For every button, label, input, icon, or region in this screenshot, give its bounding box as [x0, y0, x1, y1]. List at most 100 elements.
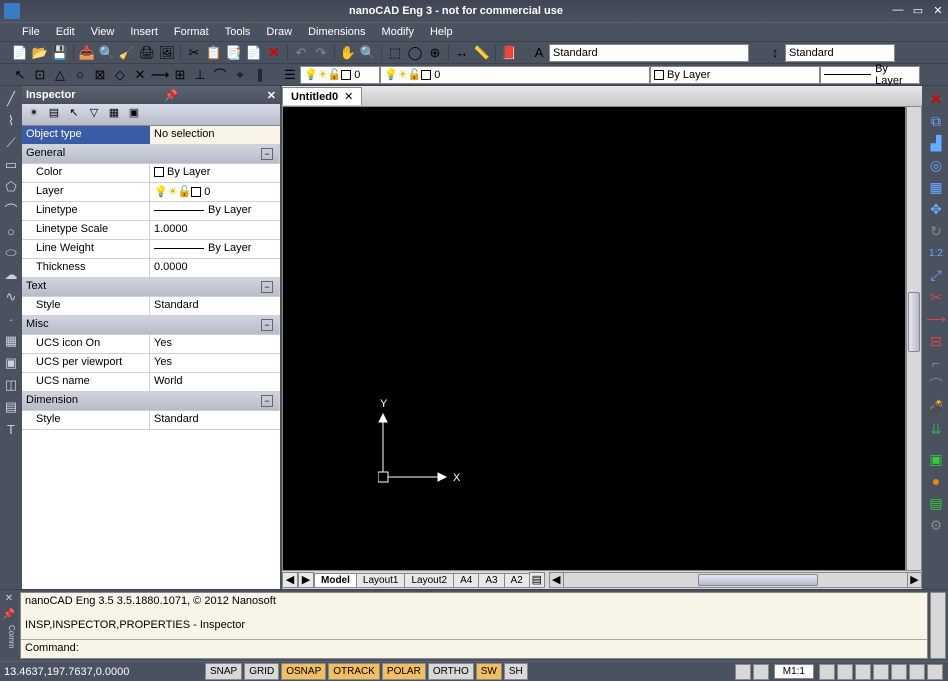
paste-button[interactable]: 📄 — [245, 44, 263, 62]
menu-view[interactable]: View — [83, 24, 123, 40]
osnap-intersect-icon[interactable]: ✕ — [131, 66, 149, 84]
layout-tab-layout1[interactable]: Layout1 — [356, 573, 406, 588]
inspector-title-bar[interactable]: Inspector 📌 ✕ — [22, 86, 280, 104]
dimstyle-value[interactable]: Standard — [150, 411, 280, 429]
close-button[interactable]: ✕ — [931, 4, 945, 18]
purge-button[interactable]: 🧹 — [118, 44, 136, 62]
layer-state-combo[interactable]: 💡☀🔓0 — [300, 66, 380, 84]
scale-button[interactable]: 1:2 — [926, 243, 946, 263]
toggle-icon[interactable]: ✴ — [25, 106, 43, 124]
doc-tab-close-icon[interactable]: ✕ — [344, 90, 353, 103]
cut-button[interactable]: ✂ — [185, 44, 203, 62]
delete-button[interactable]: ✕ — [265, 44, 283, 62]
section-misc[interactable]: Misc− — [22, 316, 280, 334]
import-button[interactable]: 📥 — [78, 44, 96, 62]
doc-tab-untitled[interactable]: Untitled0 ✕ — [282, 87, 362, 105]
menu-draw[interactable]: Draw — [258, 24, 300, 40]
coordinates[interactable]: 13.4637,197.7637,0.0000 — [4, 666, 204, 678]
menu-tools[interactable]: Tools — [217, 24, 259, 40]
toggle-osnap[interactable]: OSNAP — [281, 663, 326, 680]
copyclip-button[interactable]: 📑 — [225, 44, 243, 62]
text-tool-icon[interactable]: T — [2, 419, 20, 439]
zoom-extents-button[interactable]: ◯ — [406, 44, 424, 62]
view-icon[interactable]: ▣ — [926, 449, 946, 469]
toggle-ortho[interactable]: ORTHO — [428, 663, 474, 680]
filter-icon[interactable]: ▽ — [85, 106, 103, 124]
object-type-value[interactable]: No selection — [150, 126, 280, 144]
copy-button[interactable]: 📋 — [205, 44, 223, 62]
region-tool-icon[interactable]: ◫ — [2, 375, 20, 395]
fillet-button[interactable]: ⌒ — [926, 375, 946, 395]
osnap-cursor-icon[interactable]: ↖ — [11, 66, 29, 84]
linetype-combo[interactable]: By Layer — [650, 66, 820, 84]
close-panel-icon[interactable]: ✕ — [267, 89, 276, 102]
osnap-nearest-icon[interactable]: ⌖ — [231, 66, 249, 84]
spline-tool-icon[interactable]: ∿ — [2, 287, 20, 307]
osnap-center-icon[interactable]: ○ — [71, 66, 89, 84]
cmd-pin-icon[interactable]: 📌 — [2, 609, 16, 623]
menu-file[interactable]: File — [14, 24, 48, 40]
layout-tab-new[interactable]: ▤ — [529, 572, 545, 588]
menu-insert[interactable]: Insert — [122, 24, 166, 40]
ucsname-value[interactable]: World — [150, 373, 280, 391]
linetype-value[interactable]: By Layer — [150, 202, 280, 220]
menu-modify[interactable]: Modify — [374, 24, 422, 40]
chamfer-button[interactable]: ⌐ — [926, 353, 946, 373]
tab-nav-prev[interactable]: ◀ — [282, 572, 298, 588]
horizontal-scrollbar[interactable]: ◀ ▶ — [549, 572, 922, 588]
toggle-snap[interactable]: SNAP — [205, 663, 242, 680]
text-style-icon[interactable]: A — [530, 44, 548, 62]
new-button[interactable]: 📄 — [11, 44, 29, 62]
section-text[interactable]: Text− — [22, 278, 280, 296]
osnap-tangent-icon[interactable]: ⌒ — [211, 66, 229, 84]
command-window[interactable]: nanoCAD Eng 3.5 3.5.1880.1071, © 2012 Na… — [20, 592, 928, 659]
scale-display[interactable]: M1:1 — [774, 664, 814, 679]
zoom-all-button[interactable]: ⊕ — [426, 44, 444, 62]
pin-icon[interactable]: 📌 — [164, 89, 178, 102]
model-paper-icon[interactable] — [753, 664, 769, 680]
ucsicon-value[interactable]: Yes — [150, 335, 280, 353]
layout-tab-model[interactable]: Model — [314, 573, 357, 588]
extend-button[interactable]: ⟶ — [926, 309, 946, 329]
redo-button[interactable]: ↷ — [312, 44, 330, 62]
rect-tool-icon[interactable]: ▭ — [2, 155, 20, 175]
osnap-perp-icon[interactable]: ⊥ — [191, 66, 209, 84]
toggle-sh[interactable]: SH — [504, 663, 528, 680]
zoom-window-button[interactable]: ⬚ — [386, 44, 404, 62]
plot-button[interactable]: 🖨 — [138, 44, 156, 62]
revcloud-tool-icon[interactable]: ☁ — [2, 265, 20, 285]
offset-button[interactable]: ◎ — [926, 155, 946, 175]
collapse-icon[interactable]: ▣ — [125, 106, 143, 124]
circle-tool-icon[interactable]: ○ — [2, 221, 20, 241]
pan-button[interactable]: ✋ — [339, 44, 357, 62]
text-style-value[interactable]: Standard — [150, 297, 280, 315]
osnap-parallel-icon[interactable]: ∥ — [251, 66, 269, 84]
menu-format[interactable]: Format — [166, 24, 217, 40]
lineweight-value[interactable]: By Layer — [150, 240, 280, 258]
explode-button[interactable]: 💣 — [926, 397, 946, 417]
maximize-button[interactable]: ▭ — [911, 4, 925, 18]
sb-clean-icon[interactable] — [909, 664, 925, 680]
measure-button[interactable]: 📏 — [473, 44, 491, 62]
rotate-button[interactable]: ↻ — [926, 221, 946, 241]
minimize-button[interactable]: — — [891, 4, 905, 18]
move-button[interactable]: ✥ — [926, 199, 946, 219]
menu-dimensions[interactable]: Dimensions — [300, 24, 373, 40]
grid-display-icon[interactable] — [735, 664, 751, 680]
menu-help[interactable]: Help — [422, 24, 461, 40]
command-scrollbar[interactable] — [930, 592, 946, 659]
toggle-otrack[interactable]: OTRACK — [328, 663, 380, 680]
tab-nav-next[interactable]: ▶ — [298, 572, 314, 588]
help-button[interactable]: 📕 — [500, 44, 518, 62]
distance-button[interactable]: ↔ — [453, 44, 471, 62]
drawing-viewport[interactable]: X Y — [282, 106, 906, 571]
menu-edit[interactable]: Edit — [48, 24, 83, 40]
sb-refresh-icon[interactable] — [891, 664, 907, 680]
toggle-grid[interactable]: GRID — [244, 663, 279, 680]
undo-button[interactable]: ↶ — [292, 44, 310, 62]
sb-zoom-icon[interactable] — [819, 664, 835, 680]
expand-icon[interactable]: ▦ — [105, 106, 123, 124]
thickness-value[interactable]: 0.0000 — [150, 259, 280, 277]
section-general[interactable]: General− — [22, 145, 280, 163]
layout-tab-a3[interactable]: A3 — [478, 573, 504, 588]
